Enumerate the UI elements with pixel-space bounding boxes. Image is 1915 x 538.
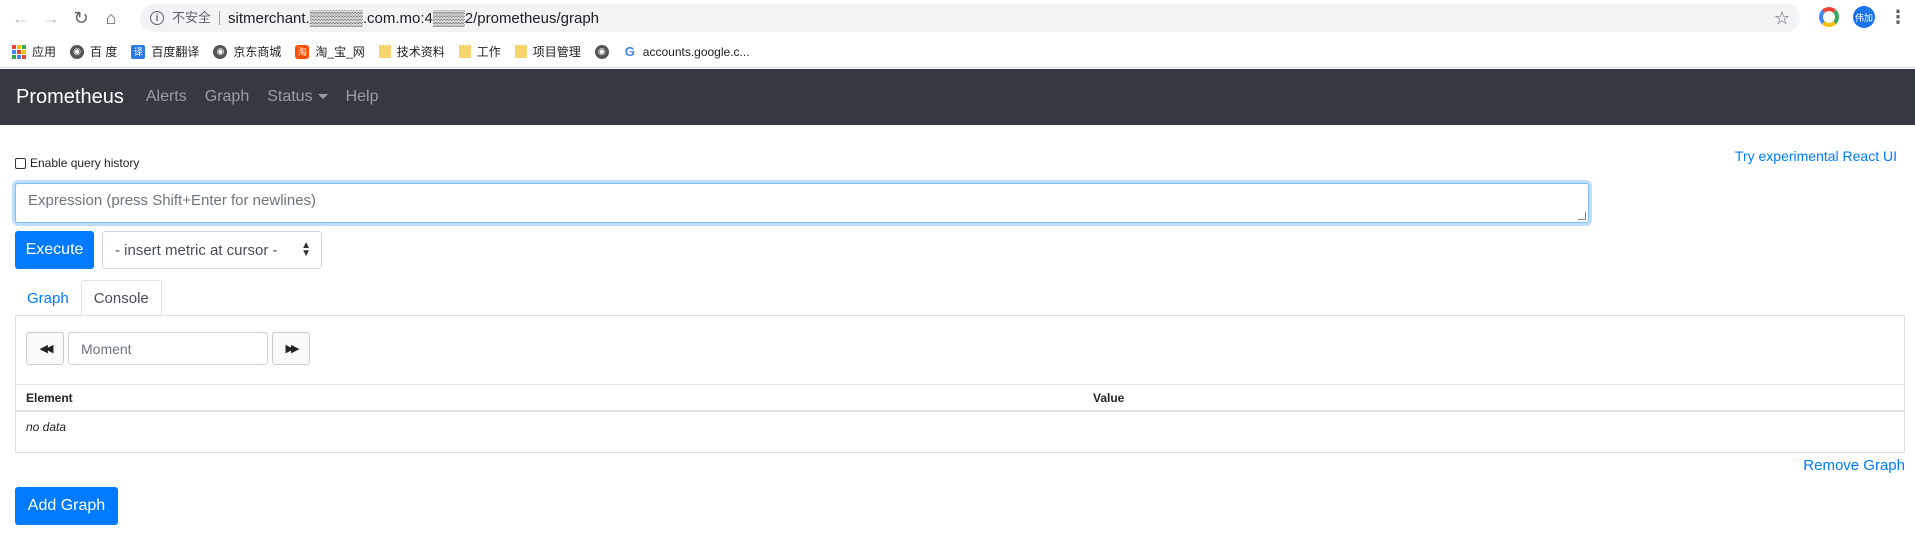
history-checkbox[interactable] <box>15 157 26 169</box>
table-header: Element Value <box>16 384 1904 412</box>
bookmark-label: 百 度 <box>90 45 118 59</box>
view-tabs: Graph Console <box>15 280 162 316</box>
bookmark-taobao[interactable]: 淘 淘_宝_网 <box>295 43 365 60</box>
console-panel: ◀◀ Moment ▶▶ Element Value no data <box>15 315 1905 453</box>
bookmark-label: 应用 <box>32 45 57 59</box>
security-label: 不安全 <box>172 11 221 25</box>
globe-icon: ◉ <box>594 44 609 59</box>
menu-icon[interactable]: ⋮ <box>1889 7 1907 28</box>
bookmark-baidu-fanyi[interactable]: 译 百度翻译 <box>131 43 199 60</box>
nav-graph[interactable]: Graph <box>205 88 249 106</box>
no-data-text: no data <box>26 420 67 434</box>
metric-select-value: - insert metric at cursor - <box>115 241 278 259</box>
fanyi-icon: 译 <box>131 44 146 59</box>
nav-status-label: Status <box>267 88 313 105</box>
prometheus-navbar: Prometheus Alerts Graph Status Help <box>0 69 1915 125</box>
expression-placeholder: Expression (press Shift+Enter for newlin… <box>28 192 317 209</box>
apps-icon <box>12 44 26 59</box>
header-element: Element <box>26 390 73 405</box>
address-bar[interactable]: i 不安全 sitmerchant.▒▒▒▒▒.com.mo:4▒▒▒2/pro… <box>140 4 1800 32</box>
bookmark-apps[interactable]: 应用 <box>12 43 56 60</box>
nav-alerts[interactable]: Alerts <box>146 88 187 106</box>
moment-input[interactable]: Moment <box>68 332 268 365</box>
query-history-toggle[interactable]: Enable query history <box>15 156 139 170</box>
tab-console[interactable]: Console <box>80 280 162 316</box>
bookmark-label: 淘_宝_网 <box>315 45 365 59</box>
brand-link[interactable]: Prometheus <box>16 86 124 109</box>
metric-select[interactable]: - insert metric at cursor - ▲ ▼ <box>102 231 322 269</box>
caret-down-icon <box>317 94 328 100</box>
bookmark-project[interactable]: 项目管理 <box>514 43 581 60</box>
bookmarks-bar: 应用 ◉ 百 度 译 百度翻译 ◉ 京东商城 淘 淘_宝_网 技术资料 工作 项… <box>0 36 1915 68</box>
bookmark-label: 项目管理 <box>532 45 581 59</box>
bookmark-tech-docs[interactable]: 技术资料 <box>378 43 445 60</box>
bookmark-label: 京东商城 <box>233 45 282 59</box>
moment-controls: ◀◀ Moment ▶▶ <box>26 332 310 365</box>
chrome-extension-icon[interactable] <box>1819 7 1839 27</box>
bookmark-star-icon[interactable]: ☆ <box>1774 8 1790 29</box>
taobao-icon: 淘 <box>295 44 310 59</box>
results-table: Element Value no data <box>16 384 1904 442</box>
bookmark-label: 工作 <box>476 45 501 59</box>
fast-forward-icon[interactable]: ▶▶ <box>272 332 310 365</box>
execute-button[interactable]: Execute <box>15 231 94 269</box>
back-icon[interactable]: ← <box>6 3 36 33</box>
reload-icon[interactable]: ↻ <box>66 3 96 33</box>
bookmark-google[interactable]: G accounts.google.c... <box>623 44 750 59</box>
select-arrows-icon: ▲ ▼ <box>301 240 311 259</box>
google-icon: G <box>624 44 635 59</box>
nav-help[interactable]: Help <box>346 88 379 106</box>
forward-icon[interactable]: → <box>36 3 66 33</box>
table-row: no data <box>16 412 1904 442</box>
remove-graph-link[interactable]: Remove Graph <box>1803 457 1905 474</box>
avatar[interactable]: 伟加 <box>1853 6 1875 28</box>
browser-toolbar: ← → ↻ ⌂ i 不安全 sitmerchant.▒▒▒▒▒.com.mo:4… <box>0 0 1915 36</box>
bookmark-jd[interactable]: ◉ 京东商城 <box>213 43 281 60</box>
folder-icon <box>514 45 527 58</box>
history-label: Enable query history <box>30 156 140 170</box>
add-graph-button[interactable]: Add Graph <box>15 487 118 525</box>
moment-placeholder: Moment <box>81 340 132 357</box>
expression-input[interactable]: Expression (press Shift+Enter for newlin… <box>15 183 1589 223</box>
folder-icon <box>378 45 391 58</box>
home-icon[interactable]: ⌂ <box>96 3 126 33</box>
folder-icon <box>458 45 471 58</box>
react-ui-link[interactable]: Try experimental React UI <box>1735 148 1897 164</box>
header-value: Value <box>1093 390 1125 405</box>
bookmark-globe[interactable]: ◉ <box>594 44 609 59</box>
bookmark-label: accounts.google.c... <box>642 44 750 59</box>
resize-handle-icon[interactable] <box>1578 212 1586 220</box>
globe-icon: ◉ <box>213 44 228 59</box>
bookmark-label: 百度翻译 <box>151 45 200 59</box>
bookmark-work[interactable]: 工作 <box>458 43 501 60</box>
rewind-icon[interactable]: ◀◀ <box>26 332 64 365</box>
url-text[interactable]: sitmerchant.▒▒▒▒▒.com.mo:4▒▒▒2/prometheu… <box>228 10 599 27</box>
tab-graph[interactable]: Graph <box>15 280 81 316</box>
globe-icon: ◉ <box>70 44 85 59</box>
info-icon[interactable]: i <box>150 11 164 25</box>
bookmark-label: 技术资料 <box>396 45 445 59</box>
bookmark-baidu[interactable]: ◉ 百 度 <box>70 43 117 60</box>
nav-status[interactable]: Status <box>267 88 328 106</box>
